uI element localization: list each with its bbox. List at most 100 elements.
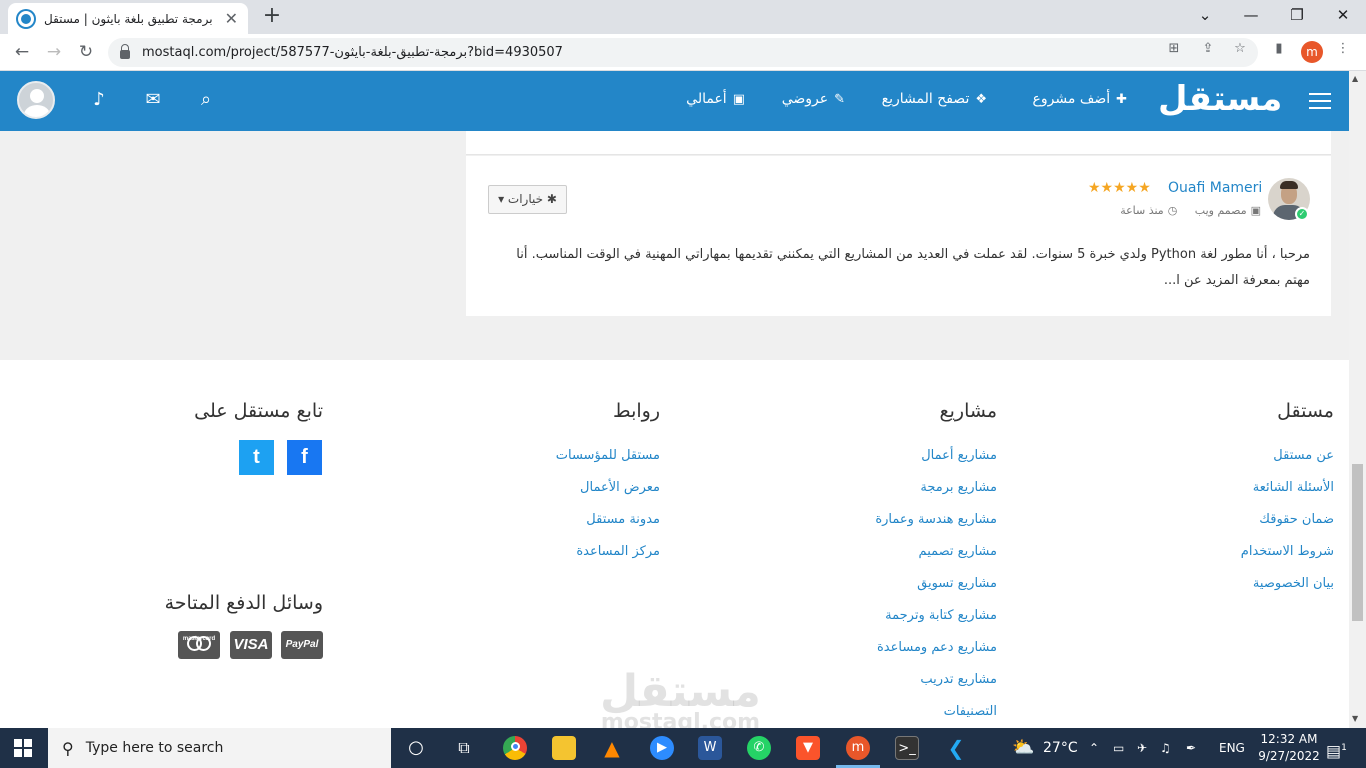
close-window-icon[interactable]: ✕ [1320, 0, 1366, 30]
zoom-icon[interactable]: ▶ [650, 736, 674, 760]
messages-envelope-icon[interactable]: ✉ [141, 89, 165, 110]
restore-icon[interactable]: ❐ [1274, 0, 1320, 30]
whatsapp-icon[interactable]: ✆ [747, 736, 771, 760]
footer-link[interactable]: التصنيفات [875, 696, 997, 728]
footer-link[interactable]: مشاريع كتابة وترجمة [875, 600, 997, 632]
windows-start-icon[interactable] [14, 739, 32, 757]
side-panel-icon[interactable]: ▮ [1270, 40, 1288, 58]
menu-kebab-icon[interactable]: ⋮ [1334, 40, 1352, 58]
close-tab-icon[interactable]: ✕ [225, 9, 238, 28]
reload-icon[interactable]: ↻ [74, 40, 98, 64]
footer-link[interactable]: مشاريع تسويق [875, 568, 997, 600]
notifications-icon[interactable]: ▤1 [1326, 728, 1347, 768]
site-logo[interactable]: مستقل [1158, 79, 1282, 119]
footer-link[interactable]: مشاريع برمجة [875, 472, 997, 504]
twitter-icon[interactable]: t [239, 440, 274, 475]
hamburger-menu-icon[interactable] [1309, 93, 1331, 109]
windows-taskbar: ⚲ Type here to search ○ ⧉ ▲ ▶ W ✆ ▼ m >_… [0, 728, 1366, 768]
mostaql-favicon-icon [18, 10, 34, 27]
tab-title: برمجة تطبيق بلغة بايثون | مستقل [44, 11, 213, 26]
chrome-profile-icon[interactable]: m [846, 736, 870, 760]
input-language[interactable]: ENG [1219, 728, 1245, 768]
vscode-icon[interactable]: ❮ [944, 736, 968, 760]
brave-icon[interactable]: ▼ [796, 736, 820, 760]
clock-icon: ◷ [1167, 204, 1178, 217]
scroll-up-icon[interactable]: ▲ [1352, 74, 1358, 83]
bidder-role: مصمم ويب [1194, 204, 1247, 217]
footer-link[interactable]: مشاريع دعم ومساعدة [875, 632, 997, 664]
browser-tabbar: برمجة تطبيق بلغة بايثون | مستقل ✕ + ⌄ — … [0, 0, 1366, 34]
forward-icon[interactable]: → [42, 40, 66, 64]
battery-icon[interactable]: ▭ [1113, 728, 1124, 768]
back-icon[interactable]: ← [10, 40, 34, 64]
browser-toolbar: ← → ↻ mostaql.com/project/587577-برمجة-ت… [0, 34, 1366, 71]
search-icon: ⚲ [62, 738, 74, 758]
footer-link[interactable]: مستقل للمؤسسات [556, 440, 660, 472]
footer-link[interactable]: ضمان حقوقك [1241, 504, 1334, 536]
terminal-icon[interactable]: >_ [895, 736, 919, 760]
social-title: تابع مستقل على [194, 400, 323, 422]
taskbar-search[interactable]: ⚲ Type here to search [48, 728, 391, 768]
footer-link[interactable]: مركز المساعدة [556, 536, 660, 568]
nav-my-bids[interactable]: ✎عروضي [782, 91, 845, 107]
browser-tab[interactable]: برمجة تطبيق بلغة بايثون | مستقل ✕ [8, 3, 248, 34]
vlc-icon[interactable]: ▲ [600, 736, 624, 760]
task-view-icon[interactable]: ⧉ [452, 736, 476, 760]
search-icon[interactable]: ⌕ [194, 89, 218, 110]
airplane-icon[interactable]: ✈ [1137, 728, 1147, 768]
nav-browse-projects[interactable]: ❖تصفح المشاريع [882, 91, 987, 107]
new-tab-icon[interactable]: + [260, 4, 284, 28]
mastercard-icon: mastercard [178, 631, 220, 659]
volume-icon[interactable]: ♫ [1160, 728, 1171, 768]
rating-stars: ★★★★★ [1088, 180, 1151, 196]
lock-icon [120, 43, 130, 59]
footer-link[interactable]: مشاريع هندسة وعمارة [875, 504, 997, 536]
scrollbar-thumb[interactable] [1352, 464, 1363, 621]
cortana-icon[interactable]: ○ [404, 736, 428, 760]
share-icon[interactable]: ⇪ [1199, 40, 1217, 58]
footer-col-title: مستقل [1277, 400, 1334, 422]
verified-check-icon: ✓ [1295, 207, 1309, 221]
bidder-meta: ▣مصمم ويب ◷منذ ساعة [1120, 204, 1261, 217]
user-avatar[interactable] [17, 81, 55, 119]
facebook-icon[interactable]: f [287, 440, 322, 475]
footer-link[interactable]: مدونة مستقل [556, 504, 660, 536]
nav-my-works[interactable]: ▣أعمالي [686, 91, 745, 107]
minimize-icon[interactable]: — [1228, 0, 1274, 30]
weather-icon[interactable]: ⛅ [1012, 728, 1034, 768]
system-clock[interactable]: 12:32 AM 9/27/2022 [1256, 731, 1322, 765]
page-scrollbar[interactable] [1349, 71, 1366, 728]
bookmark-star-icon[interactable]: ☆ [1231, 40, 1249, 58]
file-explorer-icon[interactable] [552, 736, 576, 760]
options-dropdown-button[interactable]: ✱ خيارات ▾ [488, 185, 567, 214]
address-bar[interactable]: mostaql.com/project/587577-برمجة-تطبيق-ب… [108, 38, 1258, 67]
bid-text: مرحبا ، أنا مطور لغة Python ولدي خبرة 5 … [516, 247, 1310, 288]
footer-link[interactable]: عن مستقل [1241, 440, 1334, 472]
pen-icon[interactable]: ✒ [1186, 728, 1196, 768]
translate-icon[interactable]: ⊞ [1165, 40, 1183, 58]
footer-link[interactable]: معرض الأعمال [556, 472, 660, 504]
footer-link[interactable]: الأسئلة الشائعة [1241, 472, 1334, 504]
bid-time: منذ ساعة [1120, 204, 1164, 217]
plus-icon: ✚ [1116, 92, 1127, 107]
footer-link[interactable]: بيان الخصوصية [1241, 568, 1334, 600]
footer-link[interactable]: مشاريع أعمال [875, 440, 997, 472]
notifications-bell-icon[interactable]: ♪ [87, 89, 111, 110]
bidder-name[interactable]: Ouafi Mameri [1168, 180, 1262, 196]
word-icon[interactable]: W [698, 736, 722, 760]
tab-search-icon[interactable]: ⌄ [1182, 0, 1228, 30]
gavel-icon: ✎ [834, 92, 845, 107]
scroll-down-icon[interactable]: ▼ [1352, 714, 1358, 723]
gear-icon: ✱ [546, 192, 557, 206]
payment-title: وسائل الدفع المتاحة [164, 592, 323, 614]
temperature[interactable]: 27°C [1043, 728, 1078, 768]
footer-link[interactable]: شروط الاستخدام [1241, 536, 1334, 568]
nav-add-project[interactable]: ✚أضف مشروع [1033, 91, 1127, 107]
footer-link[interactable]: مشاريع تصميم [875, 536, 997, 568]
footer-link[interactable]: مشاريع تدريب [875, 664, 997, 696]
chrome-icon[interactable] [503, 736, 527, 760]
profile-avatar[interactable]: m [1301, 41, 1323, 63]
taskbar-search-placeholder: Type here to search [85, 740, 224, 756]
tray-overflow-icon[interactable]: ⌃ [1089, 728, 1099, 768]
previous-bid-card [466, 131, 1331, 155]
